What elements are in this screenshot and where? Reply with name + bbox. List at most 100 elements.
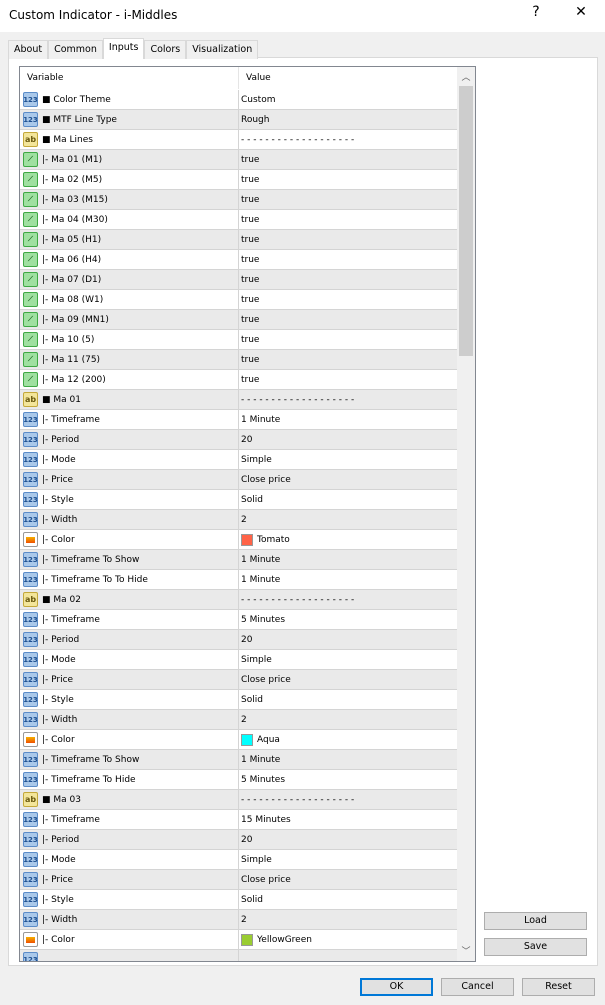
value-cell[interactable]: 2 bbox=[239, 915, 247, 925]
table-row[interactable]: ⟋ |- Ma 02 (M5) true bbox=[20, 170, 457, 190]
tab-colors[interactable]: Colors bbox=[144, 40, 187, 59]
value-cell[interactable]: 1 Minute bbox=[239, 415, 280, 425]
value-cell[interactable]: true bbox=[239, 275, 259, 285]
value-cell[interactable]: true bbox=[239, 375, 259, 385]
value-cell[interactable]: true bbox=[239, 155, 259, 165]
value-cell[interactable]: Close price bbox=[239, 875, 291, 885]
scroll-up-icon[interactable]: ︿ bbox=[457, 70, 475, 83]
value-cell[interactable]: Aqua bbox=[239, 733, 280, 746]
vertical-scrollbar[interactable]: ︿ ﹀ bbox=[457, 67, 475, 961]
table-row[interactable]: ab ■ Ma Lines - - - - - - - - - - - - - - … bbox=[20, 130, 457, 150]
table-row[interactable]: ⟋ |- Ma 12 (200) true bbox=[20, 370, 457, 390]
value-cell[interactable]: 1 Minute bbox=[239, 555, 280, 565]
table-row[interactable]: 123 |- Timeframe 5 Minutes bbox=[20, 610, 457, 630]
table-row[interactable]: ⟋ |- Ma 08 (W1) true bbox=[20, 290, 457, 310]
value-cell[interactable]: true bbox=[239, 235, 259, 245]
value-cell[interactable]: true bbox=[239, 355, 259, 365]
value-cell[interactable]: - - - - - - - - - - - - - - - - - - - bbox=[239, 395, 354, 405]
value-cell[interactable]: 15 Minutes bbox=[239, 815, 291, 825]
value-cell[interactable]: Solid bbox=[239, 695, 263, 705]
value-cell[interactable]: Close price bbox=[239, 475, 291, 485]
value-cell[interactable]: Simple bbox=[239, 455, 272, 465]
value-cell[interactable]: Tomato bbox=[239, 533, 290, 546]
value-cell[interactable]: 1 Minute bbox=[239, 575, 280, 585]
table-row[interactable]: 123 |- Width 2 bbox=[20, 510, 457, 530]
value-cell[interactable]: 20 bbox=[239, 635, 252, 645]
value-cell[interactable]: Rough bbox=[239, 115, 269, 125]
table-row[interactable]: 123 |- Style Solid bbox=[20, 490, 457, 510]
value-cell[interactable]: true bbox=[239, 335, 259, 345]
table-row[interactable]: 123 |- Price Close price bbox=[20, 870, 457, 890]
header-value[interactable]: Value bbox=[239, 67, 271, 89]
value-cell[interactable]: 1 Minute bbox=[239, 755, 280, 765]
table-row[interactable]: 123 |- Width 2 bbox=[20, 910, 457, 930]
close-button[interactable]: ✕ bbox=[566, 4, 596, 20]
table-row[interactable]: 123 |- Timeframe 1 Minute bbox=[20, 410, 457, 430]
value-cell[interactable]: true bbox=[239, 295, 259, 305]
value-cell[interactable]: true bbox=[239, 175, 259, 185]
value-cell[interactable]: 2 bbox=[239, 515, 247, 525]
table-row[interactable]: 123 |- Width 2 bbox=[20, 710, 457, 730]
value-cell[interactable]: true bbox=[239, 315, 259, 325]
value-cell[interactable]: Simple bbox=[239, 655, 272, 665]
table-row[interactable]: ⟋ |- Ma 06 (H4) true bbox=[20, 250, 457, 270]
table-row[interactable]: ⟋ |- Ma 07 (D1) true bbox=[20, 270, 457, 290]
table-row[interactable]: |- Color YellowGreen bbox=[20, 930, 457, 950]
table-row[interactable]: |- Color Aqua bbox=[20, 730, 457, 750]
value-cell[interactable]: YellowGreen bbox=[239, 933, 312, 946]
header-variable[interactable]: Variable bbox=[20, 67, 239, 89]
table-row[interactable]: 123 |- Mode Simple bbox=[20, 650, 457, 670]
table-row[interactable]: 123 |- Price Close price bbox=[20, 470, 457, 490]
save-button[interactable]: Save bbox=[484, 938, 587, 956]
table-row[interactable]: |- Color Tomato bbox=[20, 530, 457, 550]
help-button[interactable]: ? bbox=[521, 4, 551, 20]
table-row[interactable]: 123 |- Timeframe To Hide 5 Minutes bbox=[20, 770, 457, 790]
table-row[interactable]: ab ■ Ma 01 - - - - - - - - - - - - - - - -… bbox=[20, 390, 457, 410]
table-row[interactable]: 123 |- Period 20 bbox=[20, 430, 457, 450]
tab-common[interactable]: Common bbox=[48, 40, 103, 59]
cancel-button[interactable]: Cancel bbox=[441, 978, 514, 996]
value-cell[interactable]: 2 bbox=[239, 715, 247, 725]
value-cell[interactable]: Solid bbox=[239, 495, 263, 505]
scroll-down-icon[interactable]: ﹀ bbox=[457, 944, 475, 957]
table-row[interactable]: ab ■ Ma 02 - - - - - - - - - - - - - - - -… bbox=[20, 590, 457, 610]
table-row[interactable]: 123 |- Mode Simple bbox=[20, 850, 457, 870]
tab-about[interactable]: About bbox=[8, 40, 49, 59]
value-cell[interactable]: true bbox=[239, 215, 259, 225]
table-row[interactable]: 123 |- Style Solid bbox=[20, 890, 457, 910]
table-row[interactable]: 123 |- Timeframe To To Hide 1 Minute bbox=[20, 570, 457, 590]
table-row[interactable]: ab ■ Ma 03 - - - - - - - - - - - - - - - -… bbox=[20, 790, 457, 810]
value-cell[interactable]: Close price bbox=[239, 675, 291, 685]
table-row[interactable]: ⟋ |- Ma 03 (M15) true bbox=[20, 190, 457, 210]
value-cell[interactable]: - - - - - - - - - - - - - - - - - - - bbox=[239, 135, 354, 145]
table-row[interactable]: 123 |- Period 20 bbox=[20, 630, 457, 650]
table-row[interactable]: 123 |- Style Solid bbox=[20, 690, 457, 710]
value-cell[interactable]: 20 bbox=[239, 835, 252, 845]
value-cell[interactable]: true bbox=[239, 195, 259, 205]
value-cell[interactable]: true bbox=[239, 255, 259, 265]
load-button[interactable]: Load bbox=[484, 912, 587, 930]
table-row[interactable]: 123 ■ MTF Line Type Rough bbox=[20, 110, 457, 130]
table-row[interactable]: ⟋ |- Ma 04 (M30) true bbox=[20, 210, 457, 230]
value-cell[interactable]: Custom bbox=[239, 95, 275, 105]
value-cell[interactable]: - - - - - - - - - - - - - - - - - - - bbox=[239, 795, 354, 805]
table-row[interactable]: 123 |- Timeframe To Show 1 Minute bbox=[20, 750, 457, 770]
table-row[interactable]: 123 bbox=[20, 950, 457, 961]
scroll-thumb[interactable] bbox=[459, 86, 473, 356]
value-cell[interactable]: - - - - - - - - - - - - - - - - - - - bbox=[239, 595, 354, 605]
table-row[interactable]: ⟋ |- Ma 11 (75) true bbox=[20, 350, 457, 370]
table-row[interactable]: ⟋ |- Ma 01 (M1) true bbox=[20, 150, 457, 170]
value-cell[interactable]: 5 Minutes bbox=[239, 615, 285, 625]
table-row[interactable]: 123 |- Price Close price bbox=[20, 670, 457, 690]
table-row[interactable]: ⟋ |- Ma 09 (MN1) true bbox=[20, 310, 457, 330]
ok-button[interactable]: OK bbox=[360, 978, 433, 996]
value-cell[interactable]: Solid bbox=[239, 895, 263, 905]
table-row[interactable]: 123 ■ Color Theme Custom bbox=[20, 90, 457, 110]
reset-button[interactable]: Reset bbox=[522, 978, 595, 996]
inputs-table[interactable]: Variable Value 123 ■ Color Theme Custom 123… bbox=[19, 66, 476, 962]
table-row[interactable]: 123 |- Timeframe 15 Minutes bbox=[20, 810, 457, 830]
value-cell[interactable]: Simple bbox=[239, 855, 272, 865]
table-row[interactable]: 123 |- Timeframe To Show 1 Minute bbox=[20, 550, 457, 570]
table-row[interactable]: 123 |- Period 20 bbox=[20, 830, 457, 850]
tab-inputs[interactable]: Inputs bbox=[102, 38, 145, 59]
